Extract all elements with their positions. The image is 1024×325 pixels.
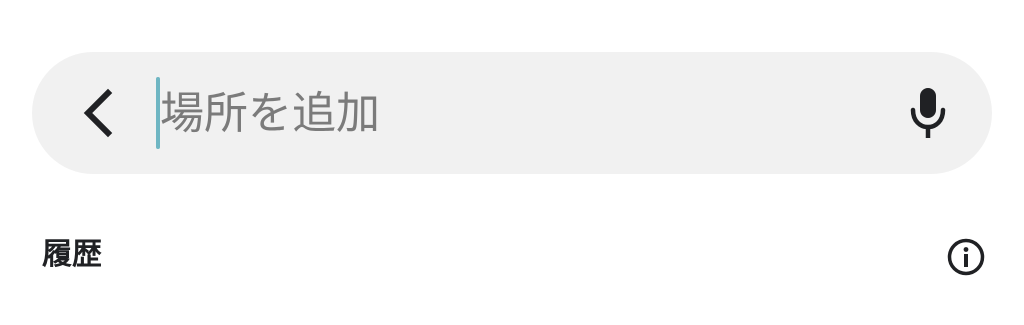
search-bar	[32, 52, 992, 174]
history-header: 履歴	[0, 222, 1024, 292]
chevron-left-icon	[83, 88, 113, 138]
history-info-button[interactable]	[944, 235, 988, 279]
voice-search-button[interactable]	[898, 83, 958, 143]
place-search-input[interactable]	[160, 74, 880, 152]
back-button[interactable]	[68, 83, 128, 143]
history-title: 履歴	[42, 237, 102, 272]
info-circle-icon	[947, 238, 985, 276]
add-place-screen: 履歴	[0, 0, 1024, 325]
microphone-icon	[910, 88, 946, 138]
